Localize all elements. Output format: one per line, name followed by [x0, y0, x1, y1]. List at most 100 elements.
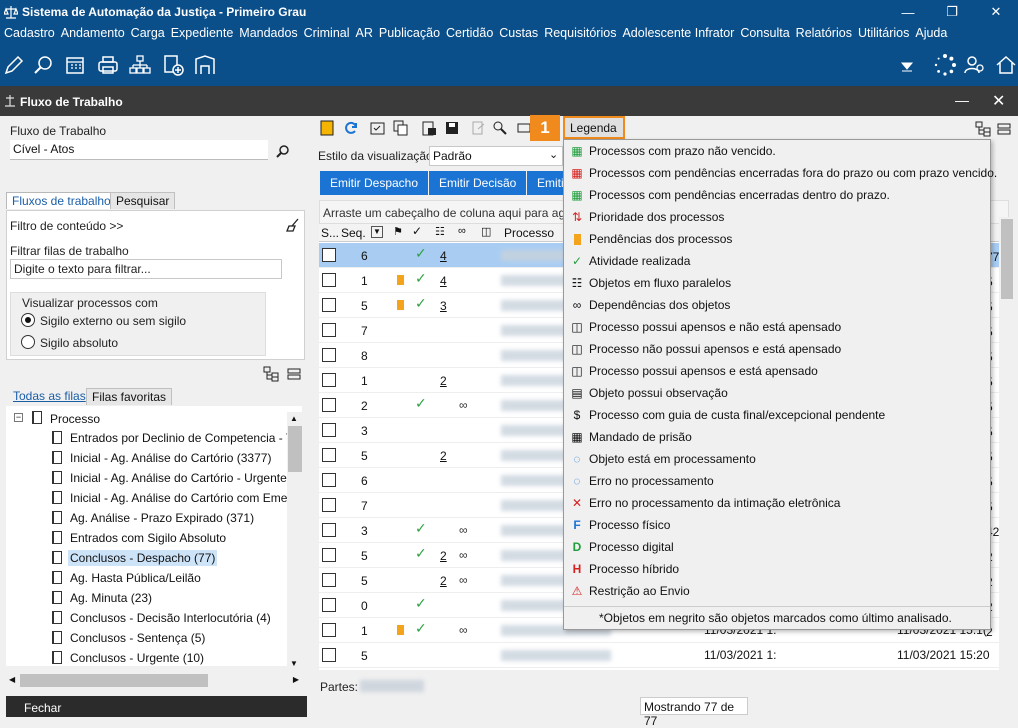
tree-queue-item[interactable]: Conclusos - Despacho (77) [68, 550, 218, 566]
minimize-button[interactable]: — [886, 0, 930, 24]
tree-collapse-toggle[interactable]: − [14, 413, 23, 422]
row-checkbox[interactable] [322, 323, 336, 337]
menu-criminal[interactable]: Criminal [302, 24, 354, 44]
menu-andamento[interactable]: Andamento [59, 24, 129, 44]
emitir-button[interactable]: Emiti [527, 171, 563, 195]
tree-queue-item[interactable]: Inicial - Ag. Análise do Cartório (3377) [68, 450, 273, 466]
menu-ar[interactable]: AR [354, 24, 377, 44]
row-checkbox[interactable] [322, 398, 336, 412]
row-checkbox[interactable] [322, 423, 336, 437]
menu-cadastro[interactable]: Cadastro [2, 24, 59, 44]
save-icon[interactable] [444, 120, 460, 136]
copy-icon[interactable] [393, 120, 409, 136]
dependency-count[interactable]: 4 [440, 274, 447, 288]
row-checkbox[interactable] [322, 648, 336, 662]
filtrar-input[interactable]: Digite o texto para filtrar... [10, 259, 282, 279]
subwindow-minimize-button[interactable]: — [955, 92, 969, 108]
dependency-count[interactable]: 2 [440, 549, 447, 563]
grid-expand-icon[interactable] [975, 121, 991, 137]
row-checkbox[interactable] [322, 373, 336, 387]
menu-certidao[interactable]: Certidão [444, 24, 497, 44]
tab-todas-as-filas[interactable]: Todas as filas [8, 388, 91, 405]
tab-fluxos-de-trabalho[interactable]: Fluxos de trabalho [6, 192, 117, 209]
tree-vertical-scrollbar[interactable]: ▲ ▼ [287, 412, 303, 670]
lock-doc-icon[interactable] [421, 120, 437, 136]
row-checkbox[interactable] [322, 473, 336, 487]
printer-icon[interactable] [96, 53, 120, 77]
row-checkbox[interactable] [322, 273, 336, 287]
col-seq-dropdown-icon[interactable]: ▼ [371, 226, 383, 238]
tasks-icon[interactable] [370, 120, 386, 136]
row-checkbox[interactable] [322, 598, 336, 612]
radio-sigilo-externo[interactable] [21, 313, 35, 327]
expand-tree-icon[interactable] [263, 366, 279, 382]
menu-utilitarios[interactable]: Utilitários [856, 24, 913, 44]
share-doc-icon[interactable] [470, 120, 486, 136]
tree-queue-item[interactable]: Conclusos - Decisão Interlocutória (4) [68, 610, 273, 626]
edit-icon[interactable] [2, 53, 26, 77]
tree-queue-item[interactable]: Entrados com Sigilo Absoluto [68, 530, 228, 546]
add-doc-icon[interactable] [161, 53, 185, 77]
tree-queue-item[interactable]: Conclusos - Sentença (5) [68, 630, 207, 646]
tree-queue-item[interactable]: Ag. Análise - Prazo Expirado (371) [68, 510, 256, 526]
tree-horizontal-scrollbar[interactable]: ◀ ▶ [6, 672, 302, 689]
dropdown-arrow-icon[interactable] [899, 58, 915, 74]
fluxo-input[interactable]: Cível - Atos [10, 140, 268, 160]
menu-mandados[interactable]: Mandados [237, 24, 301, 44]
tree-queue-item[interactable]: Ag. Minuta (23) [68, 590, 154, 606]
menu-adolescente-infrator[interactable]: Adolescente Infrator [620, 24, 738, 44]
col-header-seq[interactable]: Seq. [341, 226, 366, 240]
row-checkbox[interactable] [322, 348, 336, 362]
tree-queue-item[interactable]: Entrados por Declinio de Competencia - T [68, 430, 295, 446]
collapse-tree-icon[interactable] [287, 367, 301, 381]
grid-vertical-scrollbar[interactable] [999, 217, 1015, 675]
tree-queue-item[interactable]: Ag. Hasta Pública/Leilão [68, 570, 203, 586]
tree-queue-item[interactable]: Inicial - Ag. Análise do Cartório com Em… [68, 490, 293, 506]
broom-icon[interactable] [286, 218, 300, 232]
col-header-processo[interactable]: Processo [504, 226, 554, 240]
tab-filas-favoritas[interactable]: Filas favoritas [86, 388, 173, 405]
org-chart-icon[interactable] [128, 53, 152, 77]
row-checkbox[interactable] [322, 298, 336, 312]
menu-relatorios[interactable]: Relatórios [794, 24, 856, 44]
legenda-tab[interactable]: Legenda [563, 116, 625, 139]
dependency-count[interactable]: 2 [440, 374, 447, 388]
menu-carga[interactable]: Carga [129, 24, 169, 44]
fechar-button[interactable]: Fechar [6, 696, 307, 717]
row-checkbox[interactable] [322, 573, 336, 587]
row-checkbox[interactable] [322, 448, 336, 462]
tree-queue-item[interactable]: Inicial - Ag. Análise do Cartório - Urge… [68, 470, 289, 486]
search-person-icon[interactable] [492, 120, 508, 136]
menu-consulta[interactable]: Consulta [738, 24, 793, 44]
menu-publicacao[interactable]: Publicação [377, 24, 444, 44]
user-search-icon[interactable] [962, 53, 986, 77]
menu-ajuda[interactable]: Ajuda [913, 24, 951, 44]
yellow-doc-icon[interactable] [320, 120, 334, 136]
dependency-count[interactable]: 2 [440, 449, 447, 463]
row-checkbox[interactable] [322, 248, 336, 262]
close-button[interactable]: ✕ [974, 0, 1018, 24]
row-checkbox[interactable] [322, 523, 336, 537]
grid-collapse-icon[interactable] [997, 122, 1011, 136]
dependency-count[interactable]: 3 [440, 299, 447, 313]
estilo-select[interactable]: Padrão [429, 146, 563, 166]
menu-custas[interactable]: Custas [497, 24, 542, 44]
dependency-count[interactable]: 4 [440, 249, 447, 263]
search-doc-icon[interactable] [32, 53, 56, 77]
tree-root[interactable]: Processo [48, 411, 102, 427]
menu-expediente[interactable]: Expediente [169, 24, 238, 44]
calendar-icon[interactable] [63, 53, 87, 77]
row-checkbox[interactable] [322, 623, 336, 637]
refresh-icon[interactable] [343, 120, 359, 136]
comment-icon[interactable] [517, 120, 531, 136]
emitir-decisao-button[interactable]: Emitir Decisão [429, 171, 527, 195]
tree-queue-item[interactable]: Conclusos - Urgente (10) [68, 650, 206, 666]
building-icon[interactable] [193, 53, 217, 77]
menu-requisitorios[interactable]: Requisitórios [542, 24, 620, 44]
col-header-s[interactable]: S... [321, 226, 339, 240]
filtro-conteudo-link[interactable]: Filtro de conteúdo >> [10, 219, 123, 233]
subwindow-close-button[interactable]: ✕ [992, 91, 1005, 111]
restore-button[interactable]: ❐ [930, 0, 974, 24]
row-checkbox[interactable] [322, 548, 336, 562]
home-icon[interactable] [994, 53, 1018, 77]
